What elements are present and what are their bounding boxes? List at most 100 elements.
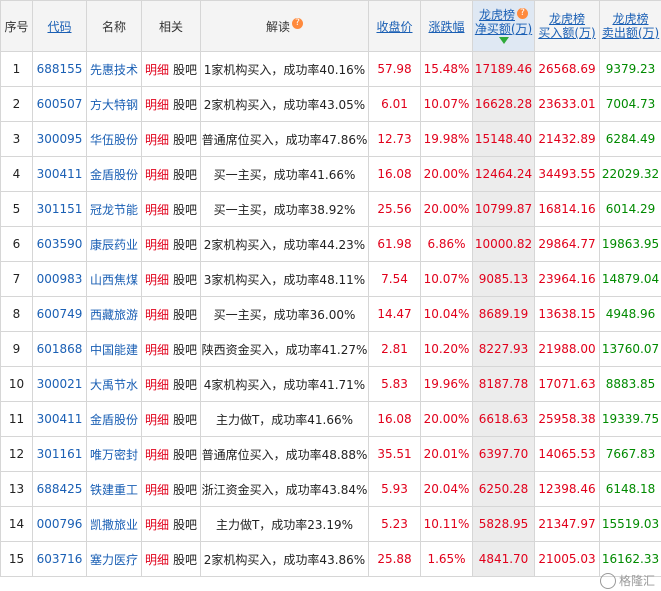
stock-code-link[interactable]: 301161 bbox=[32, 436, 87, 472]
stock-code-link[interactable]: 603716 bbox=[32, 541, 87, 577]
forum-link[interactable]: 股吧 bbox=[173, 378, 197, 392]
table-row: 1 688155 先惠技术 明细 股吧 1家机构买入，成功率40.16% 57.98 15.4… bbox=[0, 51, 661, 87]
stock-name-link[interactable]: 塞力医疗 bbox=[86, 541, 142, 577]
net-buy-cell: 15148.40 bbox=[472, 121, 535, 157]
detail-link[interactable]: 明细 bbox=[145, 448, 169, 462]
sell-amount-cell: 13760.07 bbox=[599, 331, 661, 367]
stock-code-link[interactable]: 300411 bbox=[32, 156, 87, 192]
stock-code-link[interactable]: 300095 bbox=[32, 121, 87, 157]
related-links: 明细 股吧 bbox=[141, 471, 201, 507]
forum-link[interactable]: 股吧 bbox=[173, 413, 197, 427]
stock-name-link[interactable]: 西藏旅游 bbox=[86, 296, 142, 332]
forum-link[interactable]: 股吧 bbox=[173, 308, 197, 322]
stock-code-link[interactable]: 000796 bbox=[32, 506, 87, 542]
stock-code-link[interactable]: 688425 bbox=[32, 471, 87, 507]
stock-code-link[interactable]: 603590 bbox=[32, 226, 87, 262]
row-index: 4 bbox=[0, 156, 33, 192]
close-price-cell: 5.23 bbox=[368, 506, 421, 542]
stock-code-link[interactable]: 688155 bbox=[32, 51, 87, 87]
stock-name-link[interactable]: 方大特钢 bbox=[86, 86, 142, 122]
forum-link[interactable]: 股吧 bbox=[173, 448, 197, 462]
sell-amount-cell: 9379.23 bbox=[599, 51, 661, 87]
forum-link[interactable]: 股吧 bbox=[173, 238, 197, 252]
forum-link[interactable]: 股吧 bbox=[173, 98, 197, 112]
stock-code-link[interactable]: 600507 bbox=[32, 86, 87, 122]
question-circle-icon[interactable]: ? bbox=[517, 8, 528, 19]
header-sell-line2[interactable]: 卖出额(万) bbox=[602, 26, 659, 40]
detail-link[interactable]: 明细 bbox=[145, 63, 169, 77]
detail-link[interactable]: 明细 bbox=[145, 308, 169, 322]
stock-name-link[interactable]: 金盾股份 bbox=[86, 156, 142, 192]
stock-code-link[interactable]: 601868 bbox=[32, 331, 87, 367]
related-links: 明细 股吧 bbox=[141, 156, 201, 192]
stock-name-link[interactable]: 铁建重工 bbox=[86, 471, 142, 507]
stock-name-link[interactable]: 先惠技术 bbox=[86, 51, 142, 87]
related-links: 明细 股吧 bbox=[141, 296, 201, 332]
forum-link[interactable]: 股吧 bbox=[173, 273, 197, 287]
detail-link[interactable]: 明细 bbox=[145, 518, 169, 532]
forum-link[interactable]: 股吧 bbox=[173, 343, 197, 357]
question-circle-icon[interactable]: ? bbox=[292, 17, 303, 29]
detail-link[interactable]: 明细 bbox=[145, 168, 169, 182]
sort-desc-arrow-icon[interactable] bbox=[498, 37, 509, 44]
row-index: 8 bbox=[0, 296, 33, 332]
forum-link[interactable]: 股吧 bbox=[173, 553, 197, 567]
detail-link[interactable]: 明细 bbox=[145, 238, 169, 252]
stock-code-link[interactable]: 300021 bbox=[32, 366, 87, 402]
stock-name-link[interactable]: 唯万密封 bbox=[86, 436, 142, 472]
forum-link[interactable]: 股吧 bbox=[173, 518, 197, 532]
change-cell: 19.96% bbox=[420, 366, 473, 402]
detail-link[interactable]: 明细 bbox=[145, 413, 169, 427]
detail-link[interactable]: 明细 bbox=[145, 343, 169, 357]
header-code[interactable]: 代码 bbox=[32, 0, 87, 52]
detail-link[interactable]: 明细 bbox=[145, 553, 169, 567]
header-code-label[interactable]: 代码 bbox=[47, 20, 71, 34]
stock-name-link[interactable]: 大禹节水 bbox=[86, 366, 142, 402]
stock-name-link[interactable]: 中国能建 bbox=[86, 331, 142, 367]
stock-name-link[interactable]: 凯撒旅业 bbox=[86, 506, 142, 542]
header-change[interactable]: 涨跌幅 bbox=[420, 0, 473, 52]
header-buy-amount[interactable]: 龙虎榜 买入额(万) bbox=[534, 0, 600, 52]
related-links: 明细 股吧 bbox=[141, 86, 201, 122]
row-index: 2 bbox=[0, 86, 33, 122]
detail-link[interactable]: 明细 bbox=[145, 273, 169, 287]
header-net-buy[interactable]: 龙虎榜? 净买额(万) bbox=[472, 0, 535, 52]
table-row: 8 600749 西藏旅游 明细 股吧 买一主买，成功率36.00% 14.47 10.04%… bbox=[0, 296, 661, 332]
header-change-label[interactable]: 涨跌幅 bbox=[428, 20, 464, 34]
header-net-line1[interactable]: 龙虎榜 bbox=[479, 8, 515, 22]
row-index: 7 bbox=[0, 261, 33, 297]
interpretation-cell: 主力做T，成功率41.66% bbox=[200, 401, 369, 437]
forum-link[interactable]: 股吧 bbox=[173, 168, 197, 182]
forum-link[interactable]: 股吧 bbox=[173, 133, 197, 147]
buy-amount-cell: 29864.77 bbox=[534, 226, 600, 262]
detail-link[interactable]: 明细 bbox=[145, 133, 169, 147]
stock-name-link[interactable]: 华伍股份 bbox=[86, 121, 142, 157]
net-buy-cell: 9085.13 bbox=[472, 261, 535, 297]
stock-code-link[interactable]: 300411 bbox=[32, 401, 87, 437]
header-close-label[interactable]: 收盘价 bbox=[376, 20, 412, 34]
stock-name-link[interactable]: 冠龙节能 bbox=[86, 191, 142, 227]
forum-link[interactable]: 股吧 bbox=[173, 63, 197, 77]
forum-link[interactable]: 股吧 bbox=[173, 203, 197, 217]
header-name: 名称 bbox=[86, 0, 142, 52]
change-cell: 19.98% bbox=[420, 121, 473, 157]
header-buy-line2[interactable]: 买入额(万) bbox=[538, 26, 595, 40]
detail-link[interactable]: 明细 bbox=[145, 378, 169, 392]
stock-name-link[interactable]: 金盾股份 bbox=[86, 401, 142, 437]
header-buy-line1[interactable]: 龙虎榜 bbox=[549, 12, 585, 26]
stock-name-link[interactable]: 山西焦煤 bbox=[86, 261, 142, 297]
detail-link[interactable]: 明细 bbox=[145, 203, 169, 217]
close-price-cell: 25.56 bbox=[368, 191, 421, 227]
header-sell-line1[interactable]: 龙虎榜 bbox=[612, 12, 648, 26]
forum-link[interactable]: 股吧 bbox=[173, 483, 197, 497]
buy-amount-cell: 23633.01 bbox=[534, 86, 600, 122]
stock-code-link[interactable]: 600749 bbox=[32, 296, 87, 332]
header-net-line2[interactable]: 净买额(万) bbox=[475, 22, 532, 36]
header-sell-amount[interactable]: 龙虎榜 卖出额(万) bbox=[599, 0, 661, 52]
stock-code-link[interactable]: 301151 bbox=[32, 191, 87, 227]
stock-code-link[interactable]: 000983 bbox=[32, 261, 87, 297]
detail-link[interactable]: 明细 bbox=[145, 98, 169, 112]
header-close-price[interactable]: 收盘价 bbox=[368, 0, 421, 52]
stock-name-link[interactable]: 康辰药业 bbox=[86, 226, 142, 262]
detail-link[interactable]: 明细 bbox=[145, 483, 169, 497]
